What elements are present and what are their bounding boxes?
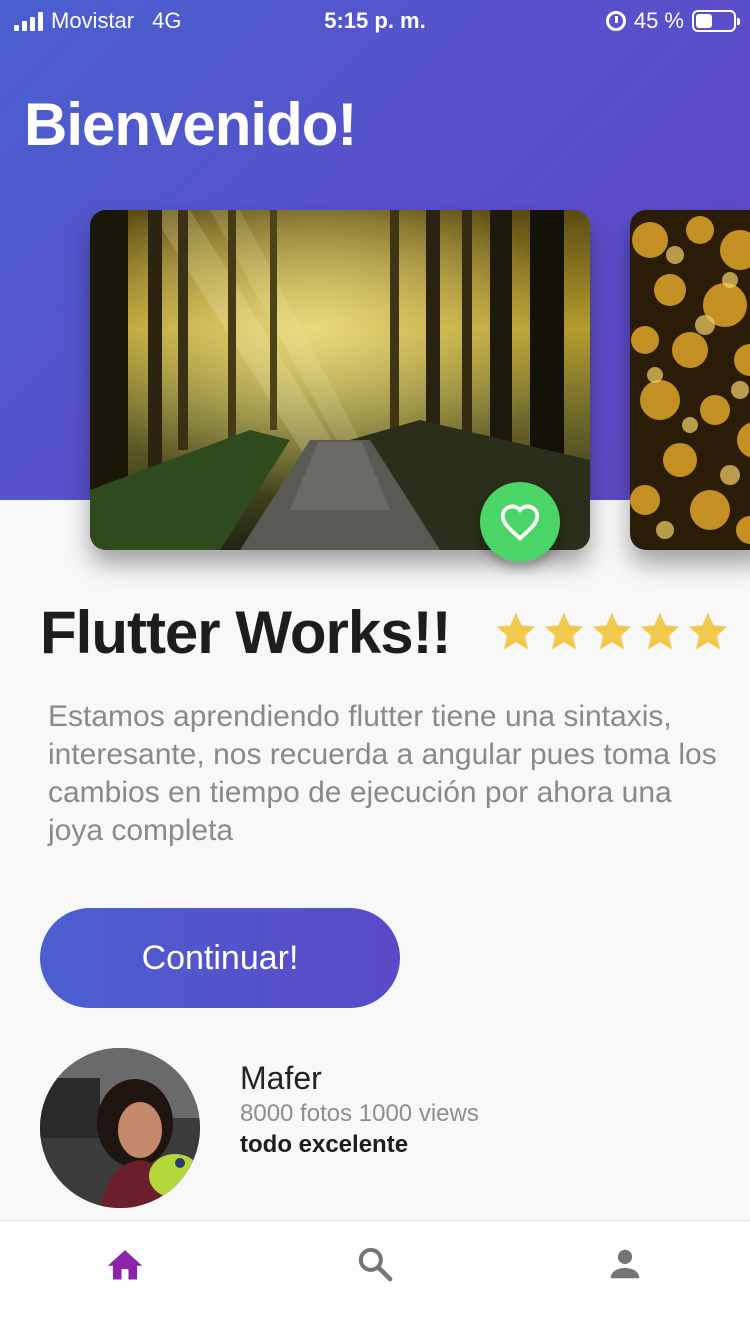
battery-level xyxy=(696,14,713,28)
star-rating xyxy=(494,610,730,654)
user-name: Mafer xyxy=(240,1060,322,1096)
place-description: Estamos aprendiendo flutter tiene una si… xyxy=(48,700,717,847)
nav-home[interactable] xyxy=(95,1239,155,1289)
continue-button[interactable]: Continuar! xyxy=(40,908,400,1008)
star-icon xyxy=(544,612,584,650)
user-stats: 8000 fotos 1000 views xyxy=(240,1100,479,1127)
bokeh-photo-card[interactable] xyxy=(630,210,750,550)
avatar[interactable] xyxy=(40,1048,200,1208)
home-icon xyxy=(107,1250,143,1280)
bottom-navigation xyxy=(0,1220,750,1334)
star-icon xyxy=(592,612,632,650)
status-bar: Movistar 4G 5:15 p. m. 45 % xyxy=(0,0,750,44)
bokeh-photo xyxy=(630,210,750,550)
heart-icon xyxy=(500,504,540,541)
battery-percent: 45 % xyxy=(633,8,684,33)
search-icon xyxy=(358,1247,393,1282)
person-icon xyxy=(610,1249,640,1279)
place-title: Flutter Works!! xyxy=(40,599,452,666)
star-icon xyxy=(688,612,728,650)
star-icon xyxy=(640,612,680,650)
battery-icon xyxy=(692,10,740,32)
favorite-button[interactable] xyxy=(480,482,560,562)
user-avatar-photo xyxy=(40,1048,200,1208)
alarm-icon xyxy=(605,11,626,31)
page-title: Bienvenido! xyxy=(24,91,357,158)
status-right: 45 % xyxy=(605,8,740,34)
nav-search[interactable] xyxy=(345,1239,405,1289)
star-icon xyxy=(496,612,536,650)
nav-profile[interactable] xyxy=(595,1239,655,1289)
user-status: todo excelente xyxy=(240,1131,409,1158)
